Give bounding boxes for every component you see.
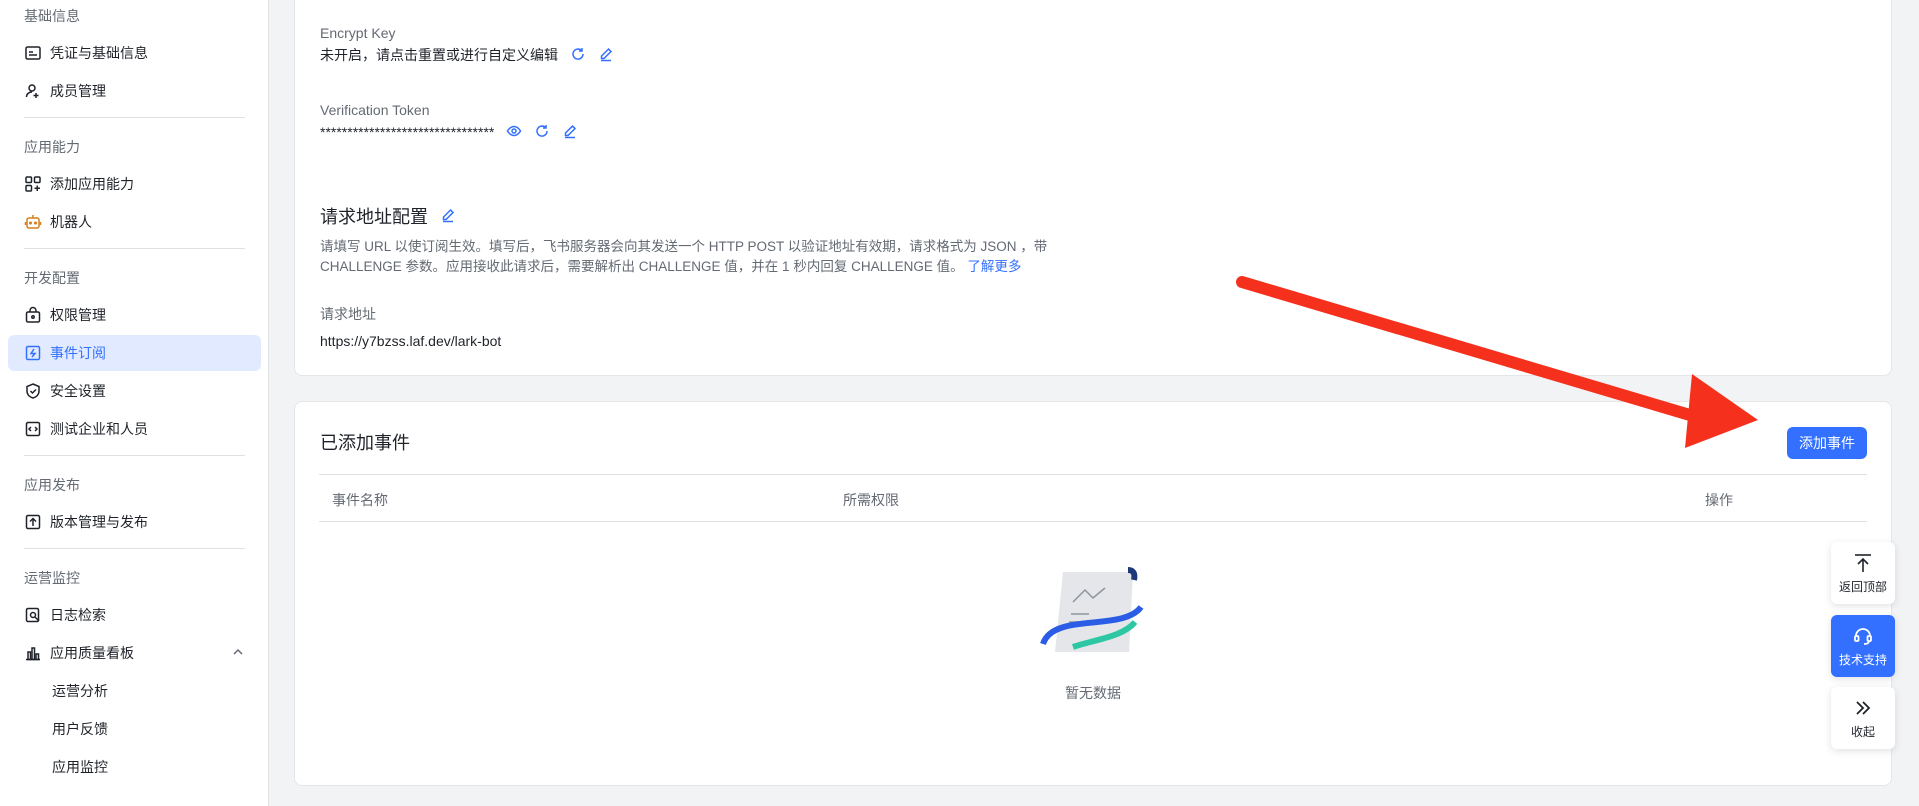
- code-box-icon: [24, 420, 42, 438]
- request-url-title: 请求地址配置: [320, 207, 428, 227]
- column-header-permissions: 所需权限: [843, 492, 899, 508]
- group-title-dev: 开发配置: [24, 270, 80, 286]
- sidebar-item-credentials[interactable]: 凭证与基础信息: [8, 35, 261, 71]
- sidebar-item-label: 运营分析: [52, 683, 108, 699]
- double-chevron-right-icon: [1856, 700, 1871, 715]
- sidebar-item-label: 权限管理: [50, 307, 106, 323]
- events-table-header: 事件名称 所需权限 操作: [319, 474, 1867, 522]
- sidebar-item-label: 凭证与基础信息: [50, 45, 148, 61]
- sidebar-item-members[interactable]: 成员管理: [8, 73, 261, 109]
- sidebar-item-label: 成员管理: [50, 83, 106, 99]
- chevron-up-icon[interactable]: [231, 645, 245, 659]
- group-title-capability: 应用能力: [24, 139, 80, 155]
- description-line-2: CHALLENGE 参数。应用接收此请求后，需要解析出 CHALLENGE 值，…: [320, 257, 1120, 277]
- sidebar-item-label: 用户反馈: [52, 721, 108, 737]
- tech-support-button[interactable]: 技术支持: [1831, 615, 1895, 677]
- request-url-label: 请求地址: [320, 306, 376, 322]
- sidebar-item-label: 应用监控: [52, 759, 108, 775]
- description-line: 请填写 URL 以使订阅生效。填写后，飞书服务器会向其发送一个 HTTP POS…: [320, 239, 1048, 254]
- sidebar-item-label: 日志检索: [50, 607, 106, 623]
- collapse-label: 收起: [1850, 724, 1875, 739]
- upload-icon: [24, 513, 42, 531]
- sidebar-item-label: 版本管理与发布: [50, 514, 148, 530]
- learn-more-link[interactable]: 了解更多: [967, 259, 1021, 274]
- edit-icon[interactable]: [562, 123, 580, 141]
- column-header-actions: 操作: [1705, 492, 1733, 508]
- sidebar-item-feedback[interactable]: 用户反馈: [8, 711, 261, 747]
- eye-icon[interactable]: [506, 123, 524, 141]
- group-title-basic: 基础信息: [24, 8, 80, 24]
- refresh-icon[interactable]: [570, 46, 588, 64]
- sidebar-item-label: 添加应用能力: [50, 176, 134, 192]
- events-title: 已添加事件: [320, 433, 410, 453]
- group-title-ops: 运营监控: [24, 570, 80, 586]
- sidebar-item-permissions[interactable]: 权限管理: [8, 297, 261, 333]
- encrypt-key-value: 未开启，请点击重置或进行自定义编辑: [320, 47, 558, 63]
- divider: [24, 248, 245, 249]
- sidebar-item-add-capability[interactable]: 添加应用能力: [8, 166, 261, 202]
- bar-chart-icon: [24, 644, 42, 662]
- sidebar: 基础信息 凭证与基础信息 成员管理 应用能力 添加应用能力 机器人 开发配置 权…: [0, 0, 269, 806]
- sidebar-item-quality[interactable]: 应用质量看板: [8, 635, 261, 671]
- encryption-config-card: Encrypt Key 未开启，请点击重置或进行自定义编辑 Verificati…: [294, 0, 1892, 376]
- added-events-card: 已添加事件 添加事件 事件名称 所需权限 操作 暂无数据: [294, 401, 1892, 786]
- collapse-button[interactable]: 收起: [1831, 687, 1895, 749]
- sidebar-item-security[interactable]: 安全设置: [8, 373, 261, 409]
- sidebar-item-events[interactable]: 事件订阅: [8, 335, 261, 371]
- description-text: CHALLENGE 参数。应用接收此请求后，需要解析出 CHALLENGE 值，…: [320, 259, 964, 274]
- id-card-icon: [24, 44, 42, 62]
- refresh-icon[interactable]: [534, 123, 552, 141]
- sidebar-item-logs[interactable]: 日志检索: [8, 597, 261, 633]
- divider: [24, 117, 245, 118]
- log-search-icon: [24, 606, 42, 624]
- user-add-icon: [24, 82, 42, 100]
- encrypt-key-label: Encrypt Key: [320, 25, 396, 41]
- request-url-value: https://y7bzss.laf.dev/lark-bot: [320, 333, 502, 349]
- empty-state: 暂无数据: [295, 562, 1891, 703]
- back-to-top-button[interactable]: 返回顶部: [1831, 542, 1895, 604]
- lock-box-icon: [24, 306, 42, 324]
- empty-document-illustration: [1040, 567, 1144, 652]
- tech-support-label: 技术支持: [1838, 652, 1887, 667]
- token-label: Verification Token: [320, 102, 430, 118]
- request-url-section-title: 请求地址配置: [320, 203, 458, 229]
- encrypt-key-row: 未开启，请点击重置或进行自定义编辑: [320, 45, 616, 65]
- sidebar-item-versions[interactable]: 版本管理与发布: [8, 504, 261, 540]
- edit-icon[interactable]: [598, 46, 616, 64]
- apps-add-icon: [24, 175, 42, 193]
- sidebar-item-bot[interactable]: 机器人: [8, 204, 261, 240]
- arrow-up-to-line-icon: [1855, 553, 1871, 572]
- back-to-top-label: 返回顶部: [1838, 579, 1887, 594]
- divider: [24, 548, 245, 549]
- divider: [24, 455, 245, 456]
- empty-text: 暂无数据: [1065, 685, 1121, 701]
- edit-icon[interactable]: [440, 207, 458, 225]
- sidebar-item-label: 机器人: [50, 214, 92, 230]
- sidebar-item-test-tenant[interactable]: 测试企业和人员: [8, 411, 261, 447]
- sidebar-item-label: 应用质量看板: [50, 645, 134, 661]
- column-header-event-name: 事件名称: [332, 492, 388, 508]
- event-icon: [24, 344, 42, 362]
- sidebar-item-label: 安全设置: [50, 383, 106, 399]
- add-event-button[interactable]: 添加事件: [1787, 427, 1867, 459]
- request-url-description: 请填写 URL 以使订阅生效。填写后，飞书服务器会向其发送一个 HTTP POS…: [320, 237, 1120, 277]
- sidebar-item-label: 测试企业和人员: [50, 421, 148, 437]
- token-row: ********************************: [320, 123, 580, 141]
- token-value: ********************************: [320, 124, 495, 140]
- sidebar-item-label: 事件订阅: [50, 345, 106, 361]
- shield-icon: [24, 382, 42, 400]
- group-title-publish: 应用发布: [24, 477, 80, 493]
- robot-icon: [24, 213, 42, 231]
- sidebar-item-ops-analysis[interactable]: 运营分析: [8, 673, 261, 709]
- headset-icon: [1854, 627, 1872, 645]
- sidebar-item-monitoring[interactable]: 应用监控: [8, 749, 261, 785]
